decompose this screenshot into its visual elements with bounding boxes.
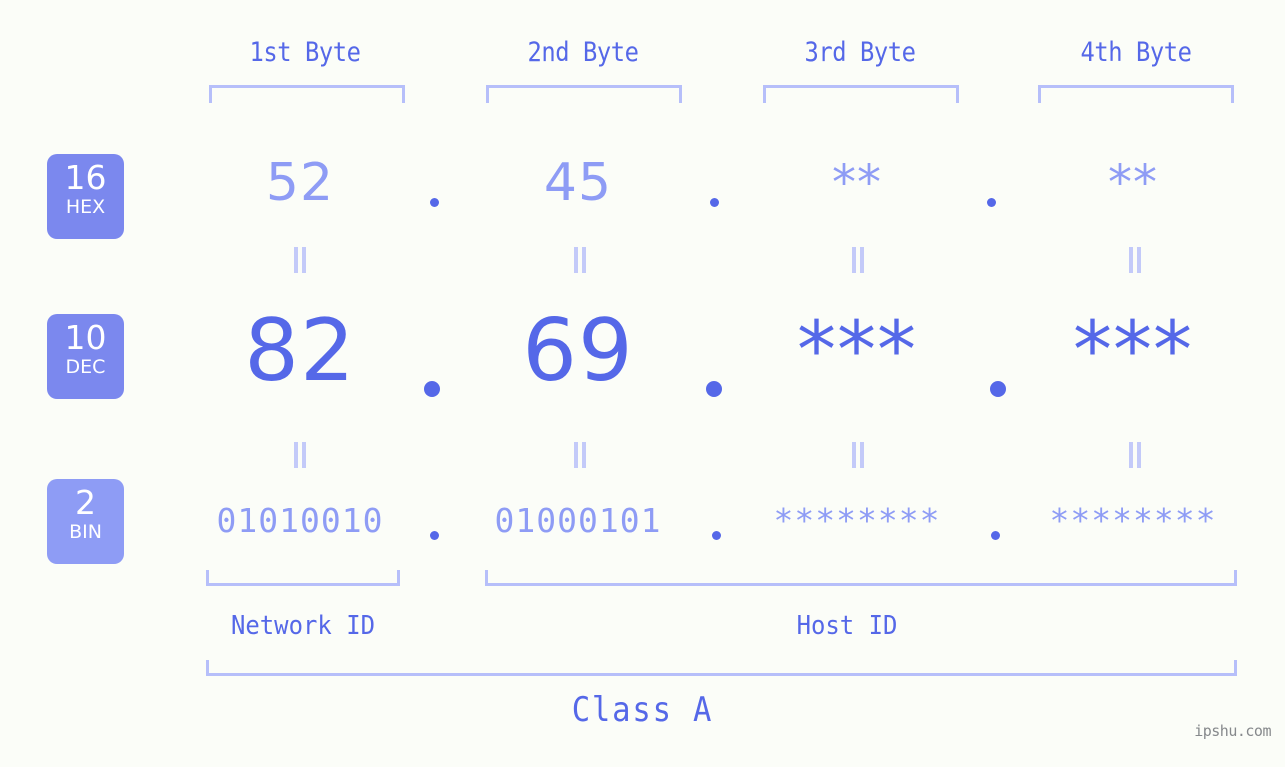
byte-header-2: 2nd Byte <box>527 37 639 68</box>
hex-separator-dot-3 <box>987 198 996 207</box>
base-badge-dec-abbr: DEC <box>65 356 106 378</box>
byte-bracket-2 <box>486 85 682 103</box>
base-badge-dec: 10 DEC <box>47 314 124 399</box>
host-id-bracket <box>485 570 1237 586</box>
byte-header-3: 3rd Byte <box>804 37 916 68</box>
hex-separator-dot-1 <box>430 198 439 207</box>
ip-class-label: Class A <box>571 690 714 730</box>
equals-mark-hex-dec-1 <box>291 247 309 273</box>
bin-separator-dot-3 <box>991 531 1000 540</box>
base-badge-dec-number: 10 <box>64 318 107 357</box>
equals-mark-dec-bin-2 <box>571 442 589 468</box>
base-badge-hex-abbr: HEX <box>65 196 106 218</box>
byte-header-1: 1st Byte <box>249 37 361 68</box>
base-badge-bin-abbr: BIN <box>69 521 102 543</box>
base-badge-bin: 2 BIN <box>47 479 124 564</box>
dec-separator-dot-1 <box>424 381 440 397</box>
ip-class-bracket <box>206 660 1237 676</box>
dec-byte-1-value: 82 <box>244 301 356 401</box>
base-badge-hex: 16 HEX <box>47 154 124 239</box>
equals-mark-dec-bin-4 <box>1126 442 1144 468</box>
base-badge-hex-number: 16 <box>64 158 107 197</box>
dec-byte-3-value: *** <box>797 306 917 396</box>
network-id-label: Network ID <box>230 611 376 641</box>
ip-address-breakdown-diagram: 1st Byte 2nd Byte 3rd Byte 4th Byte 16 H… <box>0 0 1285 767</box>
dec-separator-dot-3 <box>990 381 1006 397</box>
equals-mark-hex-dec-4 <box>1126 247 1144 273</box>
hex-separator-dot-2 <box>710 198 719 207</box>
host-id-label: Host ID <box>796 611 898 641</box>
hex-byte-4-value: ** <box>1108 155 1158 211</box>
bin-byte-2-value: 01000101 <box>494 501 662 540</box>
byte-header-4: 4th Byte <box>1080 37 1192 68</box>
byte-bracket-1 <box>209 85 405 103</box>
dec-byte-2-value: 69 <box>522 301 634 401</box>
equals-mark-hex-dec-3 <box>849 247 867 273</box>
bin-byte-4-value: ******** <box>1049 501 1217 540</box>
bin-separator-dot-2 <box>712 531 721 540</box>
hex-byte-2-value: 45 <box>543 153 613 213</box>
hex-byte-3-value: ** <box>832 155 882 211</box>
network-id-bracket <box>206 570 400 586</box>
equals-mark-hex-dec-2 <box>571 247 589 273</box>
bin-separator-dot-1 <box>430 531 439 540</box>
bin-byte-1-value: 01010010 <box>216 501 384 540</box>
site-watermark: ipshu.com <box>1194 722 1271 740</box>
equals-mark-dec-bin-1 <box>291 442 309 468</box>
byte-bracket-4 <box>1038 85 1234 103</box>
dec-byte-4-value: *** <box>1073 306 1193 396</box>
base-badge-bin-number: 2 <box>75 483 96 522</box>
dec-separator-dot-2 <box>706 381 722 397</box>
bin-byte-3-value: ******** <box>773 501 941 540</box>
byte-bracket-3 <box>763 85 959 103</box>
equals-mark-dec-bin-3 <box>849 442 867 468</box>
hex-byte-1-value: 52 <box>265 153 335 213</box>
